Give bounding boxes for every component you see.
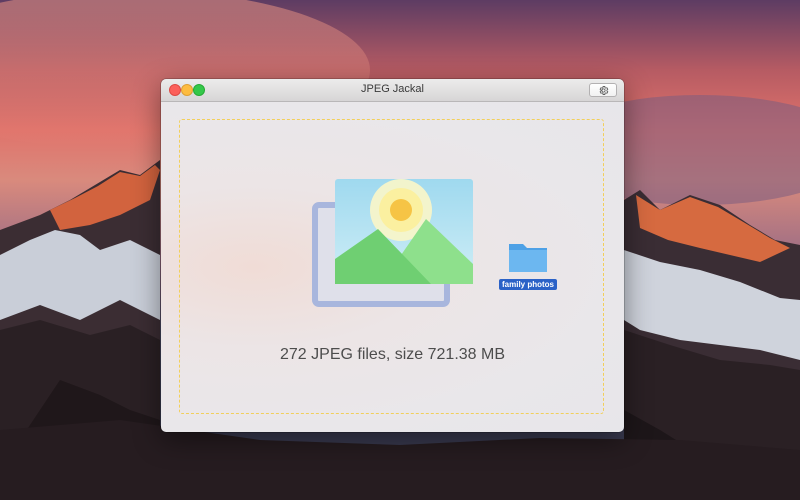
app-window: JPEG Jackal family photos 272 JPEG files… (161, 79, 624, 432)
title-bar[interactable]: JPEG Jackal (161, 79, 624, 102)
folder-name-label[interactable]: family photos (499, 279, 558, 290)
folder-icon[interactable] (507, 238, 549, 274)
window-title: JPEG Jackal (361, 83, 424, 95)
window-content: family photos 272 JPEG files, size 721.3… (161, 102, 624, 432)
image-placeholder-icon (312, 179, 473, 307)
file-summary-text: 272 JPEG files, size 721.38 MB (280, 346, 505, 363)
gear-icon (599, 85, 608, 95)
settings-button[interactable] (589, 83, 617, 97)
